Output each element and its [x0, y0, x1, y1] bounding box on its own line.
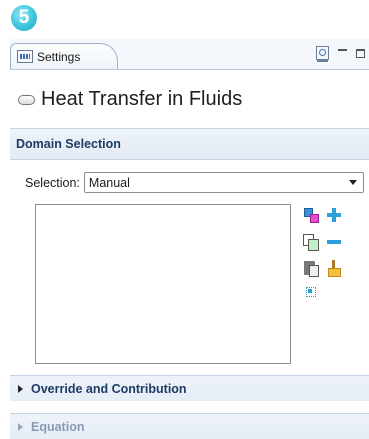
physics-interface-icon — [18, 94, 35, 105]
selection-value: Manual — [88, 175, 130, 190]
tab-settings[interactable]: Settings — [10, 43, 118, 69]
tab-label: Settings — [37, 49, 81, 64]
title-row: Heat Transfer in Fluids — [18, 88, 242, 111]
tab-bar: Settings — [10, 39, 369, 70]
maximize-icon[interactable] — [356, 48, 365, 58]
section-equation[interactable]: Equation — [10, 413, 369, 439]
help-icon[interactable] — [316, 46, 329, 62]
paste-icon[interactable] — [303, 260, 319, 277]
section-label: Equation — [31, 419, 85, 434]
caret-down-icon — [348, 180, 357, 185]
tab-actions — [316, 46, 365, 62]
selection-row: Selection: Manual — [25, 172, 364, 193]
copy-selection-icon[interactable] — [303, 234, 319, 251]
selection-label: Selection: — [25, 175, 80, 190]
section-label: Override and Contribution — [31, 381, 187, 396]
clear-icon[interactable] — [326, 260, 342, 277]
section-override-and-contribution[interactable]: Override and Contribution — [10, 375, 369, 401]
minimize-icon[interactable] — [338, 49, 347, 51]
zoom-selection-icon[interactable] — [303, 284, 319, 300]
paint-select-icon[interactable] — [303, 207, 319, 223]
remove-icon[interactable] — [326, 234, 342, 250]
step-badge: 5 — [11, 5, 37, 31]
expand-arrow-icon — [18, 422, 23, 431]
selection-dropdown[interactable]: Manual — [83, 172, 364, 193]
domain-selection-section: Domain Selection Selection: Manual — [10, 128, 369, 367]
add-icon[interactable] — [326, 207, 342, 223]
page-title: Heat Transfer in Fluids — [41, 88, 243, 110]
selection-listbox[interactable] — [35, 204, 291, 364]
section-header-domain-selection[interactable]: Domain Selection — [10, 129, 369, 160]
settings-panel-icon — [17, 50, 33, 63]
expand-arrow-icon — [18, 384, 23, 393]
